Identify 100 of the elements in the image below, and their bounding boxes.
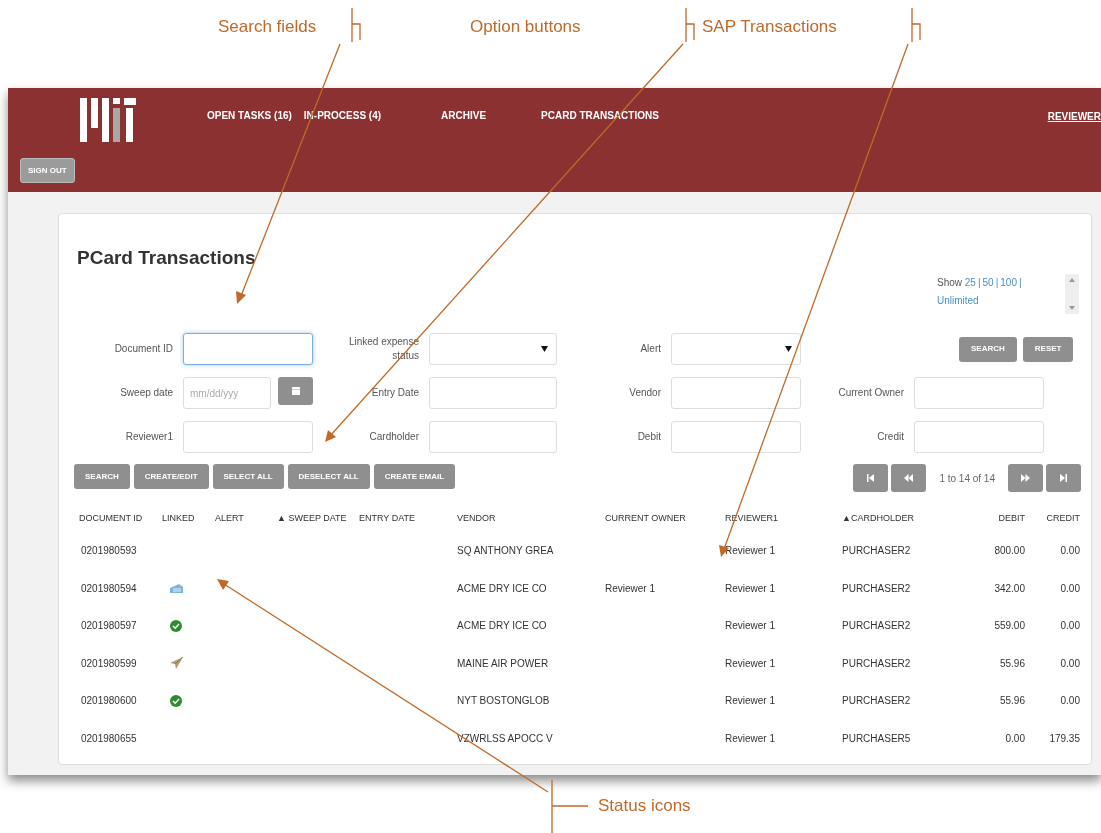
field-label: Cardholder: [368, 430, 420, 444]
page-size-link[interactable]: 25: [964, 277, 976, 288]
dropdown[interactable]: [429, 333, 557, 365]
table-cell-text: 179.35: [1049, 731, 1080, 746]
table-cell-text: NYT BOSTONGLOB: [457, 694, 550, 709]
table-cell-text: 0.00: [1060, 656, 1080, 671]
last-page-button[interactable]: [1046, 464, 1081, 492]
column-header[interactable]: ALERT: [215, 512, 244, 526]
column-header[interactable]: CREDIT: [1046, 512, 1080, 526]
show-label: Show: [937, 277, 963, 288]
last-page-icon: [1059, 474, 1068, 482]
separator-text: |: [995, 277, 999, 288]
callout-label: Status icons: [598, 795, 691, 817]
callout-bracket: [685, 7, 695, 43]
page-size-link[interactable]: Unlimited: [937, 292, 1037, 310]
field-label: Sweep date: [119, 386, 174, 400]
text-field[interactable]: [914, 377, 1044, 409]
table-cell-text: PURCHASER5: [842, 731, 911, 746]
table-cell-text: ACME DRY ICE CO: [457, 619, 547, 634]
date-field[interactable]: mm/dd/yyy: [183, 377, 271, 409]
page-size-link[interactable]: 100: [1000, 277, 1017, 288]
field-label: Document ID: [113, 342, 174, 356]
dropdown[interactable]: [671, 333, 801, 365]
table-cell-text: 0201980594: [81, 581, 137, 596]
next-page-icon: [1021, 474, 1030, 482]
page-title: PCard Transactions: [77, 246, 256, 270]
table-cell-text: PURCHASER2: [842, 619, 911, 634]
previous-page-button[interactable]: [891, 464, 927, 492]
column-header[interactable]: VENDOR: [457, 512, 496, 526]
field-label: Debit: [636, 430, 662, 444]
first-page-button[interactable]: [853, 464, 889, 492]
field-label: Entry Date: [370, 386, 420, 400]
table-cell-text: 0201980599: [81, 656, 137, 671]
table-cell-text: 0.00: [1060, 581, 1080, 596]
table-cell-text: PURCHASER2: [842, 694, 911, 709]
calendar-button[interactable]: [278, 377, 313, 405]
table-cell-text: PURCHASER2: [842, 656, 911, 671]
column-header[interactable]: ▲ SWEEP DATE: [277, 512, 347, 526]
page-size-link[interactable]: 50: [982, 277, 994, 288]
callout-bracket: [911, 7, 921, 43]
page-range-text: 1 to 14 of 14: [939, 471, 995, 486]
table-cell-text: 55.96: [999, 656, 1025, 671]
previous-page-icon: [904, 474, 914, 482]
column-header[interactable]: CURRENT OWNER: [605, 512, 686, 526]
column-header[interactable]: DEBIT: [998, 512, 1025, 526]
nav-link[interactable]: IN-PROCESS (4): [303, 108, 382, 123]
column-header[interactable]: DOCUMENT ID: [79, 512, 143, 526]
scrollbar[interactable]: [1065, 274, 1079, 314]
column-header[interactable]: ▲CARDHOLDER: [842, 512, 914, 526]
callout-label: Option buttons: [470, 16, 581, 38]
table-cell-text: 0.00: [1060, 619, 1080, 634]
table-cell-text: 0201980597: [81, 619, 137, 634]
table-cell-text: 342.00: [994, 581, 1025, 596]
scroll-down-icon[interactable]: [1069, 306, 1075, 310]
callout-label: Search fields: [218, 16, 317, 38]
text-field[interactable]: [429, 421, 557, 453]
table-cell-text: ACME DRY ICE CO: [457, 581, 547, 596]
nav-link[interactable]: OPEN TASKS (16): [207, 108, 292, 123]
table-cell-text: 55.96: [999, 694, 1025, 709]
column-header[interactable]: ENTRY DATE: [359, 512, 415, 526]
nav-link[interactable]: ARCHIVE: [441, 108, 487, 123]
table-cell-text: Reviewer 1: [605, 581, 656, 596]
table-cell-text: Reviewer 1: [725, 619, 776, 634]
text-field[interactable]: [671, 377, 801, 409]
caret-icon: [785, 346, 792, 352]
user-link[interactable]: REVIEWER: [1047, 109, 1101, 124]
table-cell-text: Reviewer 1: [725, 544, 776, 559]
callout-bracket: [551, 779, 589, 833]
table-cell-text: 0.00: [1060, 694, 1080, 709]
scroll-up-icon[interactable]: [1069, 278, 1075, 282]
text-field[interactable]: [671, 421, 801, 453]
column-header[interactable]: LINKED: [162, 512, 195, 526]
field-label: Credit: [876, 430, 905, 444]
next-page-button[interactable]: [1008, 464, 1043, 492]
table-cell-text: SQ ANTHONY GREA: [457, 544, 554, 559]
first-page-icon: [866, 474, 876, 482]
text-field[interactable]: [429, 377, 557, 409]
nav-link[interactable]: PCARD TRANSACTIONS: [541, 108, 659, 123]
table-cell-text: 0201980593: [81, 544, 137, 559]
table-cell-text: MAINE AIR POWER: [457, 656, 549, 671]
callout-bracket: [351, 7, 361, 43]
table-cell-text: Reviewer 1: [725, 656, 776, 671]
table-cell-text: Reviewer 1: [725, 581, 776, 596]
table-cell-text: 0201980655: [81, 731, 137, 746]
text-field[interactable]: [183, 421, 313, 453]
calendar-icon: [291, 387, 300, 395]
logo-icon: [80, 98, 136, 142]
table-cell-text: 0.00: [1060, 544, 1080, 559]
table-cell-text: Reviewer 1: [725, 731, 776, 746]
table-cell-text: 0.00: [1005, 731, 1025, 746]
text-field[interactable]: [183, 333, 313, 365]
field-label: Current Owner: [837, 386, 905, 400]
table-cell-text: 0201980600: [81, 694, 137, 709]
field-label: Vendor: [628, 386, 662, 400]
callout-label: SAP Transactions: [702, 16, 837, 38]
table-cell-text: 800.00: [994, 544, 1025, 559]
table-cell-text: PURCHASER2: [842, 581, 911, 596]
separator-text: |: [1018, 277, 1022, 288]
text-field[interactable]: [914, 421, 1044, 453]
separator-text: |: [977, 277, 981, 288]
